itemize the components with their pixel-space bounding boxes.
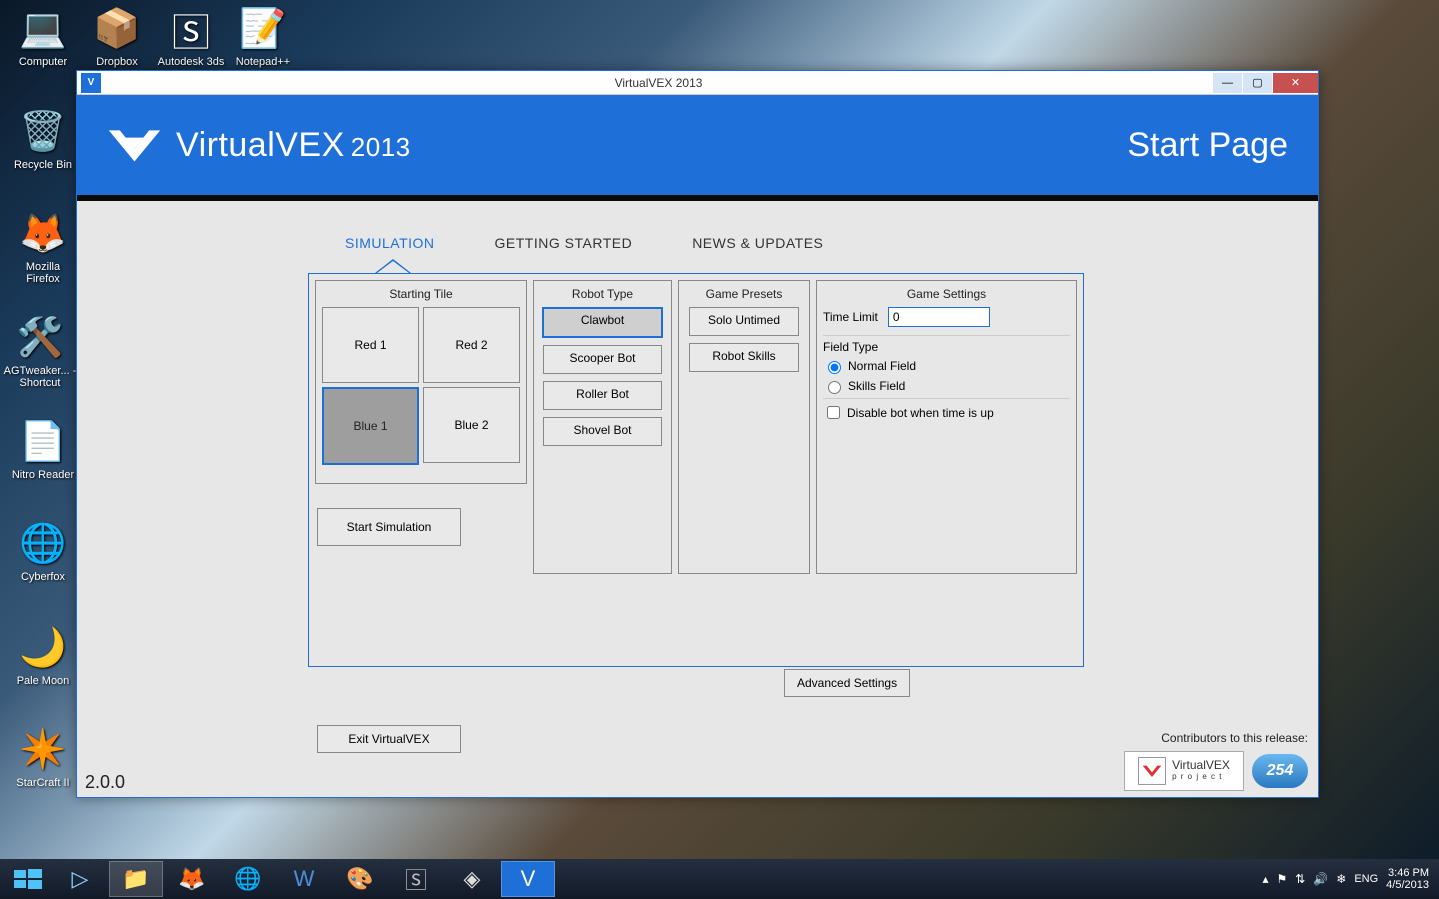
time-limit-label: Time Limit	[823, 310, 878, 324]
field-type-label: Field Type	[823, 340, 1070, 354]
app-window: V VirtualVEX 2013 — ▢ ✕ VirtualVEX2013 S…	[76, 70, 1319, 798]
taskbar-word[interactable]: W	[277, 861, 331, 897]
exit-virtualvex-button[interactable]: Exit VirtualVEX	[317, 725, 461, 753]
desktop-icon-autodesk3ds[interactable]: 🅂Autodesk 3ds	[156, 5, 226, 68]
tab-getting-started[interactable]: GETTING STARTED	[495, 235, 633, 261]
taskbar-palemoon[interactable]: 🌐	[221, 861, 275, 897]
desktop-icon-starcraft-ii[interactable]: ✴️StarCraft II	[8, 726, 78, 789]
tray-show-hidden-icon[interactable]: ▴	[1262, 872, 1268, 886]
simulation-panel: Starting Tile Red 1 Red 2 Blue 1 Blue 2 …	[308, 273, 1084, 667]
preset-robot-skills[interactable]: Robot Skills	[689, 343, 799, 372]
titlebar[interactable]: V VirtualVEX 2013 — ▢ ✕	[77, 71, 1318, 95]
desktop-icon-notepadpp[interactable]: 📝Notepad++	[228, 5, 298, 68]
contributors: Contributors to this release: VirtualVEX…	[1124, 731, 1308, 791]
tray-network-icon[interactable]: ⇅	[1295, 872, 1305, 886]
tray-volume-icon[interactable]: 🔊	[1313, 872, 1328, 886]
desktop-icon-nitro-reader[interactable]: 📄Nitro Reader	[8, 418, 78, 481]
contributors-label: Contributors to this release:	[1124, 731, 1308, 745]
minimize-button[interactable]: —	[1213, 73, 1242, 93]
checkbox-disable-bot[interactable]: Disable bot when time is up	[823, 403, 1070, 422]
robot-roller-bot[interactable]: Roller Bot	[543, 381, 662, 410]
window-title: VirtualVEX 2013	[105, 76, 1212, 90]
tray-language[interactable]: ENG	[1354, 873, 1378, 885]
radio-normal-field[interactable]: Normal Field	[823, 358, 1070, 374]
tab-news-updates[interactable]: NEWS & UPDATES	[692, 235, 823, 261]
desktop-icon-cyberfox[interactable]: 🌐Cyberfox	[8, 520, 78, 583]
maximize-button[interactable]: ▢	[1243, 73, 1272, 93]
start-simulation-button[interactable]: Start Simulation	[317, 508, 461, 546]
starting-tile-title: Starting Tile	[322, 287, 520, 301]
page-title: Start Page	[1127, 126, 1288, 165]
close-button[interactable]: ✕	[1273, 73, 1318, 93]
robot-type-title: Robot Type	[540, 287, 665, 301]
start-button[interactable]	[4, 862, 52, 896]
body: SIMULATION GETTING STARTED NEWS & UPDATE…	[77, 201, 1318, 797]
tile-red-1[interactable]: Red 1	[322, 307, 419, 383]
robot-scooper-bot[interactable]: Scooper Bot	[543, 345, 662, 374]
contributor-logo-virtualvex: VirtualVEX p r o j e c t	[1124, 751, 1244, 791]
group-game-presets: Game Presets Solo Untimed Robot Skills	[678, 280, 810, 574]
desktop-icon-dropbox[interactable]: 📦Dropbox	[82, 5, 152, 68]
banner: VirtualVEX2013 Start Page	[77, 95, 1318, 195]
taskbar-autodesk[interactable]: 🅂	[389, 861, 443, 897]
tile-blue-1[interactable]: Blue 1	[322, 387, 419, 465]
tabs: SIMULATION GETTING STARTED NEWS & UPDATE…	[77, 201, 1318, 261]
tile-red-2[interactable]: Red 2	[423, 307, 520, 383]
robot-shovel-bot[interactable]: Shovel Bot	[543, 417, 662, 446]
taskbar-unity[interactable]: ◈	[445, 861, 499, 897]
taskbar-explorer[interactable]: 📁	[109, 861, 163, 897]
robot-clawbot[interactable]: Clawbot	[542, 307, 663, 338]
desktop-icon-firefox[interactable]: 🦊Mozilla Firefox	[8, 210, 78, 285]
app-name: VirtualVEX2013	[176, 126, 411, 165]
tab-simulation[interactable]: SIMULATION	[345, 235, 435, 261]
desktop-icon-pale-moon[interactable]: 🌙Pale Moon	[8, 624, 78, 687]
group-starting-tile: Starting Tile Red 1 Red 2 Blue 1 Blue 2	[315, 280, 527, 484]
time-limit-input[interactable]	[888, 307, 990, 327]
desktop-icon-recycle-bin[interactable]: 🗑️Recycle Bin	[8, 108, 78, 171]
taskbar[interactable]: ▷ 📁 🦊 🌐 W 🎨 🅂 ◈ V ▴ ⚑ ⇅ 🔊 ❄ ENG 3:46 PM …	[0, 859, 1439, 899]
preset-solo-untimed[interactable]: Solo Untimed	[689, 307, 799, 336]
contributor-logo-254: 254	[1252, 754, 1308, 788]
taskbar-powershell[interactable]: ▷	[53, 861, 107, 897]
version-label: 2.0.0	[85, 772, 125, 793]
radio-skills-field[interactable]: Skills Field	[823, 378, 1070, 394]
taskbar-virtualvex[interactable]: V	[501, 861, 555, 897]
system-tray[interactable]: ▴ ⚑ ⇅ 🔊 ❄ ENG 3:46 PM 4/5/2013	[1262, 867, 1435, 891]
desktop-icon-agtweaker[interactable]: 🛠️AGTweaker... - Shortcut	[2, 314, 78, 389]
tray-flag-icon[interactable]: ⚑	[1276, 872, 1287, 886]
group-game-settings: Game Settings Time Limit Field Type Norm…	[816, 280, 1077, 574]
game-settings-title: Game Settings	[823, 287, 1070, 301]
tile-blue-2[interactable]: Blue 2	[423, 387, 520, 463]
taskbar-gimp[interactable]: 🎨	[333, 861, 387, 897]
game-presets-title: Game Presets	[685, 287, 803, 301]
tray-misc-icon[interactable]: ❄	[1336, 872, 1346, 886]
taskbar-firefox[interactable]: 🦊	[165, 861, 219, 897]
group-robot-type: Robot Type Clawbot Scooper Bot Roller Bo…	[533, 280, 672, 574]
virtualvex-logo-icon	[107, 126, 162, 164]
app-icon: V	[81, 73, 101, 93]
advanced-settings-button[interactable]: Advanced Settings	[784, 669, 910, 697]
tray-clock[interactable]: 3:46 PM 4/5/2013	[1386, 867, 1429, 891]
desktop-icon-computer[interactable]: 💻Computer	[8, 5, 78, 68]
